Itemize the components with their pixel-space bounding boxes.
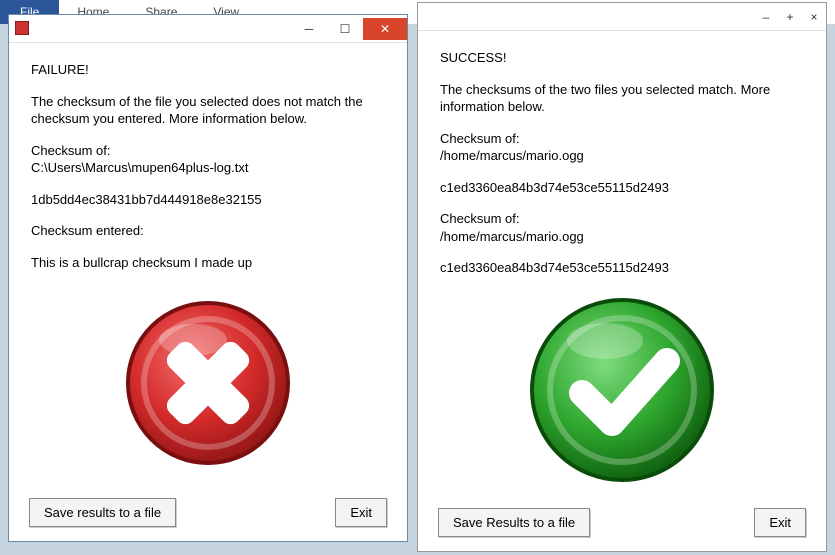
maximize-button[interactable]: ☐ [327, 18, 363, 40]
window-body: SUCCESS! The checksums of the two files … [418, 31, 826, 500]
close-button[interactable]: × [802, 6, 826, 28]
checksum-value: 1db5dd4ec38431bb7d444918e8e32155 [31, 191, 385, 209]
minimize-button[interactable]: – [754, 6, 778, 28]
titlebar: ─ ☐ ✕ [9, 15, 407, 43]
success-check-icon [527, 295, 717, 485]
checksum-value-1: c1ed3360ea84b3d74e53ce55115d2493 [440, 179, 804, 197]
titlebar: – + × [418, 3, 826, 31]
message: The checksum of the file you selected do… [31, 93, 385, 128]
button-bar: Save Results to a file Exit [418, 500, 826, 551]
save-results-button[interactable]: Save Results to a file [438, 508, 590, 537]
maximize-button[interactable]: + [778, 6, 802, 28]
exit-button[interactable]: Exit [335, 498, 387, 527]
entered-label: Checksum entered: [31, 222, 385, 240]
button-bar: Save results to a file Exit [9, 490, 407, 541]
minimize-button[interactable]: ─ [291, 18, 327, 40]
success-window: – + × SUCCESS! The checksums of the two … [417, 2, 827, 552]
close-button[interactable]: ✕ [363, 18, 407, 40]
checksum-label: Checksum of: C:\Users\Marcus\mupen64plus… [31, 142, 385, 177]
tk-icon [15, 21, 29, 35]
checksum-label-1: Checksum of: /home/marcus/mario.ogg [440, 130, 804, 165]
heading: FAILURE! [31, 61, 385, 79]
checksum-label-2: Checksum of: /home/marcus/mario.ogg [440, 210, 804, 245]
failure-window: ─ ☐ ✕ FAILURE! The checksum of the file … [8, 14, 408, 542]
entered-value: This is a bullcrap checksum I made up [31, 254, 385, 272]
checksum-value-2: c1ed3360ea84b3d74e53ce55115d2493 [440, 259, 804, 277]
save-results-button[interactable]: Save results to a file [29, 498, 176, 527]
error-cross-icon [123, 298, 293, 468]
window-body: FAILURE! The checksum of the file you se… [9, 43, 407, 490]
heading: SUCCESS! [440, 49, 804, 67]
exit-button[interactable]: Exit [754, 508, 806, 537]
message: The checksums of the two files you selec… [440, 81, 804, 116]
